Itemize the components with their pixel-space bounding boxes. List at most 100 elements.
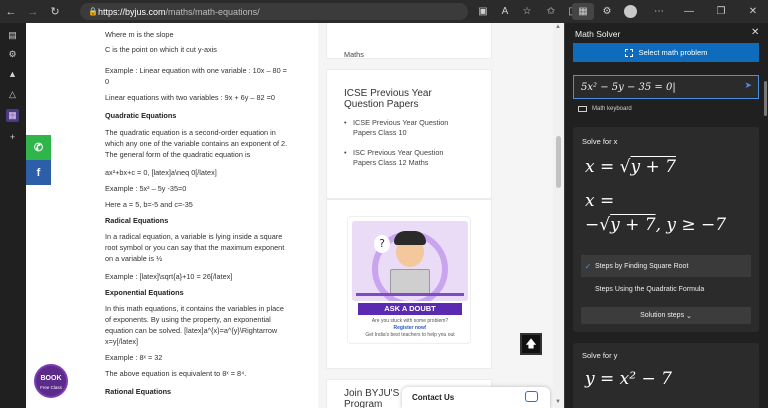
forward-arrow-icon[interactable]: → bbox=[22, 0, 44, 23]
favorite-star-icon[interactable]: ☆ bbox=[516, 0, 538, 23]
math-solver-toggle-icon[interactable]: ▦ bbox=[572, 3, 594, 20]
scroll-to-top-button[interactable]: 🡅 bbox=[520, 333, 542, 355]
select-math-problem-button[interactable]: Select math problem bbox=[573, 43, 759, 62]
restore-icon[interactable]: ❐ bbox=[710, 0, 732, 23]
method-square-root[interactable]: ✓ Steps by Finding Square Root bbox=[581, 255, 751, 277]
solution-steps-button[interactable]: Solution steps ⌄ bbox=[581, 307, 751, 324]
scroll-up-arrow-icon[interactable]: ▲ bbox=[555, 24, 561, 30]
more-menu-icon[interactable]: ⋯ bbox=[648, 0, 670, 23]
card-top: Maths bbox=[326, 23, 492, 59]
article-line: The general form of the quadratic equati… bbox=[105, 150, 251, 159]
article-heading: Radical Equations bbox=[105, 216, 169, 225]
article-heading: Exponential Equations bbox=[105, 288, 184, 297]
article-line: The above equation is equivalent to 8ˣ =… bbox=[105, 369, 247, 378]
solution-x-positive: x = √y + 7 bbox=[585, 157, 676, 177]
contact-us-widget[interactable]: Contact Us bbox=[402, 387, 550, 408]
article-line: In this math equations, it contains the … bbox=[105, 304, 284, 313]
url-path: /maths/math-equations/ bbox=[165, 6, 260, 17]
read-aloud-icon[interactable]: A bbox=[494, 0, 516, 23]
refresh-icon[interactable]: ↻ bbox=[44, 0, 66, 23]
solver-scroll-thumb[interactable] bbox=[764, 81, 767, 116]
method-quadratic-formula[interactable]: Steps Using the Quadratic Formula bbox=[581, 278, 751, 300]
doubt-register-link[interactable]: Register now! bbox=[352, 325, 468, 331]
minimize-icon[interactable]: — bbox=[678, 0, 700, 23]
chat-icon[interactable] bbox=[525, 391, 538, 402]
icse-link-1[interactable]: • ICSE Previous Year Question Papers Class… bbox=[344, 118, 479, 139]
favorites-icon[interactable]: ✩ bbox=[540, 0, 562, 23]
article-line: 0 bbox=[105, 77, 110, 86]
article-line: Example : [latex]\sqrt{a}+10 = 26[/latex… bbox=[105, 272, 233, 281]
article-heading: Rational Equations bbox=[105, 387, 172, 396]
join-card-title-2: Program bbox=[344, 399, 383, 408]
edge-sidebar: ▤ ⚙ ▲ △ ▦ + bbox=[0, 23, 26, 408]
select-region-icon bbox=[624, 48, 633, 57]
back-arrow-icon[interactable]: ← bbox=[0, 0, 22, 23]
math-solver-icon[interactable]: ▦ bbox=[6, 109, 19, 122]
article-line: Example : 5x² – 5y -35=0 bbox=[105, 184, 187, 193]
doubt-illustration: ? bbox=[352, 221, 468, 301]
profile-avatar[interactable] bbox=[624, 5, 637, 18]
question-bubble-icon: ? bbox=[374, 235, 390, 253]
web-page: ✆ f Where m is the slope C is the point o… bbox=[26, 23, 564, 408]
scroll-down-arrow-icon[interactable]: ▼ bbox=[555, 399, 561, 405]
checkmark-icon: ✓ bbox=[584, 261, 592, 271]
solve-for-y-panel: Solve for y y = x² − 7 bbox=[573, 343, 759, 408]
settings-icon[interactable]: ⚙ bbox=[6, 48, 19, 61]
article-line: ax²+bx+c = 0, [latex]a\neq 0[/latex] bbox=[105, 168, 217, 177]
article-line: Where m is the slope bbox=[105, 30, 174, 39]
solve-for-x-panel: Solve for x x = √y + 7 x = −√y + 7, y ≥ … bbox=[573, 127, 759, 332]
article-line: x=y[/latex] bbox=[105, 337, 139, 346]
article-line: on a variable is ½ bbox=[105, 254, 163, 263]
close-icon[interactable]: ✕ bbox=[751, 27, 759, 38]
solve-for-x-title: Solve for x bbox=[582, 137, 618, 146]
article-line: In a radical equation, a variable is lyi… bbox=[105, 232, 283, 241]
page-scrollbar[interactable]: ▲ ▼ bbox=[553, 23, 564, 408]
close-window-icon[interactable]: ✕ bbox=[742, 0, 764, 23]
article-line: C is the point on which it cut y-axis bbox=[105, 45, 217, 54]
extensions-icon[interactable]: ⚙ bbox=[596, 0, 618, 23]
address-bar[interactable]: 🔒 https://byjus.com/maths/math-equations… bbox=[80, 3, 468, 20]
flask-icon[interactable]: △ bbox=[6, 88, 19, 101]
facebook-share-icon[interactable]: f bbox=[26, 160, 51, 185]
lab-flask-icon[interactable]: ▲ bbox=[6, 68, 19, 81]
join-card-title-1: Join BYJU'S bbox=[344, 388, 400, 399]
article-line: Example : 8ˣ = 32 bbox=[105, 353, 163, 362]
icse-card: ICSE Previous Year Question Papers • ICSE… bbox=[326, 69, 492, 199]
ask-doubt-banner[interactable]: ? ASK A DOUBT Are you stuck with some pr… bbox=[347, 216, 471, 344]
icse-card-title-2: Question Papers bbox=[344, 99, 419, 110]
solution-x-negative: −√y + 7, y ≥ −7 bbox=[585, 215, 727, 235]
article-line: The quadratic equation is a second-order… bbox=[105, 128, 276, 137]
math-solver-pane: Math Solver ✕ Select math problem 5x² − … bbox=[564, 23, 768, 408]
keyboard-icon bbox=[578, 106, 587, 112]
article-line: of exponents. By using the property, an … bbox=[105, 315, 271, 324]
equation-input[interactable]: 5x² − 5y − 35 = 0 | ➤ bbox=[573, 75, 759, 99]
url-host: https://byjus.com bbox=[98, 6, 166, 17]
math-keyboard-button[interactable]: Math keyboard bbox=[578, 106, 632, 112]
solve-for-y-title: Solve for y bbox=[582, 351, 618, 360]
article-line: equation can be solved. [latex]a^{x}=a^{… bbox=[105, 326, 278, 335]
solution-x-negative-label: x = bbox=[585, 191, 615, 211]
contact-us-label: Contact Us bbox=[412, 393, 455, 402]
doubt-sub-1: Are you stuck with some problem? bbox=[371, 318, 449, 324]
icse-card-title-1: ICSE Previous Year bbox=[344, 88, 432, 99]
scroll-thumb[interactable] bbox=[556, 136, 561, 188]
ask-doubt-button[interactable]: ASK A DOUBT bbox=[358, 303, 462, 315]
browser-toolbar: ← → ↻ 🔒 https://byjus.com/maths/math-equ… bbox=[0, 0, 768, 23]
send-arrow-icon[interactable]: ➤ bbox=[744, 81, 752, 91]
reader-mode-icon[interactable]: ▣ bbox=[472, 0, 494, 23]
article-heading: Quadratic Equations bbox=[105, 111, 177, 120]
doubt-sub-3: Get India's best teachers to help you ou… bbox=[365, 332, 455, 338]
tabs-icon[interactable]: ▤ bbox=[6, 29, 19, 42]
add-icon[interactable]: + bbox=[6, 131, 19, 144]
solution-y: y = x² − 7 bbox=[585, 369, 672, 389]
book-free-class-button[interactable]: BOOK Free Class bbox=[34, 364, 68, 398]
card-top-item[interactable]: Maths bbox=[344, 50, 479, 60]
article-line: Here a = 5, b=-5 and c=-35 bbox=[105, 200, 193, 209]
icse-link-2[interactable]: • ISC Previous Year Question Papers Class … bbox=[344, 148, 479, 169]
lock-icon: 🔒 bbox=[88, 7, 98, 16]
solver-title: Math Solver bbox=[575, 29, 621, 39]
article-line: root symbol or you can say that the maxi… bbox=[105, 243, 285, 252]
solver-scrollbar[interactable] bbox=[763, 69, 768, 408]
whatsapp-share-icon[interactable]: ✆ bbox=[26, 135, 51, 160]
article-line: Linear equations with two variables : 9x… bbox=[105, 93, 275, 102]
